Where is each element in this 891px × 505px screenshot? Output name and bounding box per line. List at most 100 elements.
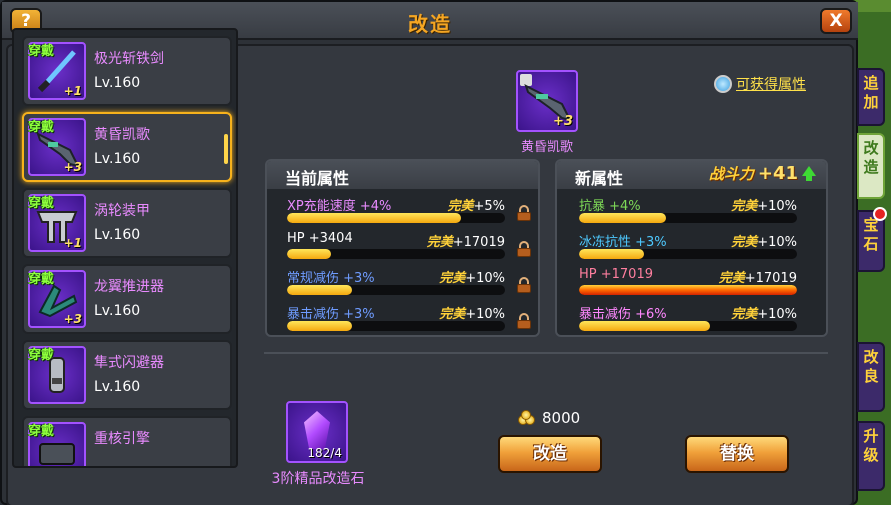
item-name: 龙翼推进器: [94, 279, 164, 295]
plus-level: +1: [63, 236, 82, 250]
new-attributes-panel: 新属性 战斗力 +41 抗暴 +4% 完美+10% 冰冻抗性 +3% 完美+10…: [555, 159, 828, 337]
attribute-name: 暴击减伤 +6%: [579, 307, 667, 322]
divider: [264, 352, 828, 354]
attribute-fill: [287, 213, 462, 223]
lock-icon[interactable]: [517, 277, 531, 293]
stone-count: 182/4: [307, 446, 342, 460]
tab-upgrade[interactable]: 升级: [857, 421, 885, 491]
attribute-bar: [579, 285, 797, 295]
magnifier-icon: [714, 75, 732, 93]
combat-power-value: +41: [757, 163, 798, 184]
attribute-fill: [579, 285, 797, 295]
remake-window: ? 改造 X 穿戴 +1 极光斩铁剑 Lv.160 穿戴 +3 黄昏凯歌 Lv.…: [0, 0, 858, 505]
obtainable-attributes-link[interactable]: 可获得属性: [714, 74, 806, 94]
engine-icon: 穿戴: [28, 422, 86, 466]
item-level: Lv.160: [94, 379, 141, 395]
equipment-item[interactable]: 穿戴 隼式闪避器 Lv.160: [22, 340, 232, 410]
equipment-item[interactable]: 穿戴 +3 龙翼推进器 Lv.160: [22, 264, 232, 334]
arrow-up-icon: [802, 166, 816, 181]
perfect-value: 完美+17019: [426, 235, 505, 250]
remake-stone-slot[interactable]: 182/4: [286, 401, 348, 463]
gold-cost-value: 8000: [542, 409, 581, 427]
perfect-value: 完美+10%: [439, 307, 505, 322]
item-name: 黄昏凯歌: [94, 127, 150, 143]
attribute-fill: [579, 321, 710, 331]
plus-level: +3: [63, 312, 82, 326]
equipment-list[interactable]: 穿戴 +1 极光斩铁剑 Lv.160 穿戴 +3 黄昏凯歌 Lv.160 穿戴 …: [12, 28, 238, 468]
remake-button[interactable]: 改造: [498, 435, 602, 473]
attribute-bar: [287, 285, 505, 295]
plus-level: +1: [63, 84, 82, 98]
tab-improve[interactable]: 改良: [857, 342, 885, 412]
lock-icon[interactable]: [517, 313, 531, 329]
item-name: 隼式闪避器: [94, 355, 164, 371]
attribute-fill: [579, 213, 667, 223]
tab-remake[interactable]: 改造: [857, 133, 885, 199]
attribute-fill: [287, 321, 353, 331]
perfect-value: 完美+10%: [731, 235, 797, 250]
attribute-bar: [579, 321, 797, 331]
notification-dot: [873, 207, 887, 221]
perfect-value: 完美+10%: [439, 271, 505, 286]
equipment-item[interactable]: 穿戴 重核引擎: [22, 416, 232, 466]
gold-cost: 8000: [518, 409, 580, 427]
evader-icon: 穿戴: [28, 346, 86, 404]
attribute-bar: [579, 213, 797, 223]
attribute-row: 常规减伤 +3% 完美+10%: [287, 267, 531, 301]
plus-level: +3: [63, 160, 82, 174]
attribute-fill: [287, 285, 353, 295]
replace-button[interactable]: 替换: [685, 435, 789, 473]
item-name: 涡轮装甲: [94, 203, 150, 219]
attribute-name: XP充能速度 +4%: [287, 199, 392, 214]
attribute-name: 抗暴 +4%: [579, 199, 641, 214]
attribute-row: HP +17019 完美+17019: [579, 267, 797, 301]
perfect-value: 完美+10%: [731, 307, 797, 322]
close-button[interactable]: X: [820, 8, 852, 34]
item-level: Lv.160: [94, 75, 141, 91]
attribute-bar: [287, 321, 505, 331]
attribute-bar: [287, 213, 505, 223]
equipment-item[interactable]: 穿戴 +1 极光斩铁剑 Lv.160: [22, 36, 232, 106]
attribute-bar: [579, 249, 797, 259]
lock-icon[interactable]: [517, 241, 531, 257]
gold-coins-icon: [518, 410, 536, 426]
attribute-name: 冰冻抗性 +3%: [579, 235, 667, 250]
obtainable-attributes-label: 可获得属性: [736, 77, 806, 93]
gun-icon: 穿戴 +3: [28, 118, 86, 176]
tab-append[interactable]: 追加: [857, 68, 885, 126]
crystal-icon: [304, 411, 330, 449]
attribute-name: 暴击减伤 +3%: [287, 307, 375, 322]
lock-icon[interactable]: [517, 205, 531, 221]
attribute-row: 抗暴 +4% 完美+10%: [579, 195, 797, 229]
panel-title: 当前属性: [285, 169, 350, 188]
perfect-value: 完美+5%: [447, 199, 505, 214]
attribute-bar: [287, 249, 505, 259]
current-attributes-panel: 当前属性 XP充能速度 +4% 完美+5% HP +3404 完美+17019 …: [265, 159, 540, 337]
combat-power-label: 战斗力: [708, 165, 754, 183]
panel-header: 新属性 战斗力 +41: [557, 161, 826, 189]
item-level: Lv.160: [94, 151, 141, 167]
item-name: 重核引擎: [94, 431, 150, 447]
attribute-fill: [287, 249, 331, 259]
attribute-row: XP充能速度 +4% 完美+5%: [287, 195, 531, 229]
attribute-name: HP +17019: [579, 267, 653, 282]
selected-item-preview: +3: [516, 70, 578, 132]
item-level: Lv.160: [94, 227, 141, 243]
attribute-name: 常规减伤 +3%: [287, 271, 375, 286]
armor-icon: 穿戴 +1: [28, 194, 86, 252]
combat-power-change: 战斗力 +41: [709, 163, 816, 184]
attribute-row: 冰冻抗性 +3% 完美+10%: [579, 231, 797, 265]
perfect-value: 完美+10%: [731, 199, 797, 214]
attribute-row: HP +3404 完美+17019: [287, 231, 531, 265]
plus-level: +3: [553, 114, 573, 129]
equipment-item-selected[interactable]: 穿戴 +3 黄昏凯歌 Lv.160: [22, 112, 232, 182]
attribute-fill: [579, 249, 645, 259]
equipment-item[interactable]: 穿戴 +1 涡轮装甲 Lv.160: [22, 188, 232, 258]
panel-header: 当前属性: [267, 161, 538, 189]
preview-name: 黄昏凯歌: [520, 140, 573, 155]
item-level: Lv.160: [94, 303, 141, 319]
item-name: 极光斩铁剑: [94, 51, 164, 67]
perfect-value: 完美+17019: [718, 271, 797, 286]
attribute-name: HP +3404: [287, 231, 353, 246]
stone-name: 3阶精品改造石: [271, 471, 365, 487]
